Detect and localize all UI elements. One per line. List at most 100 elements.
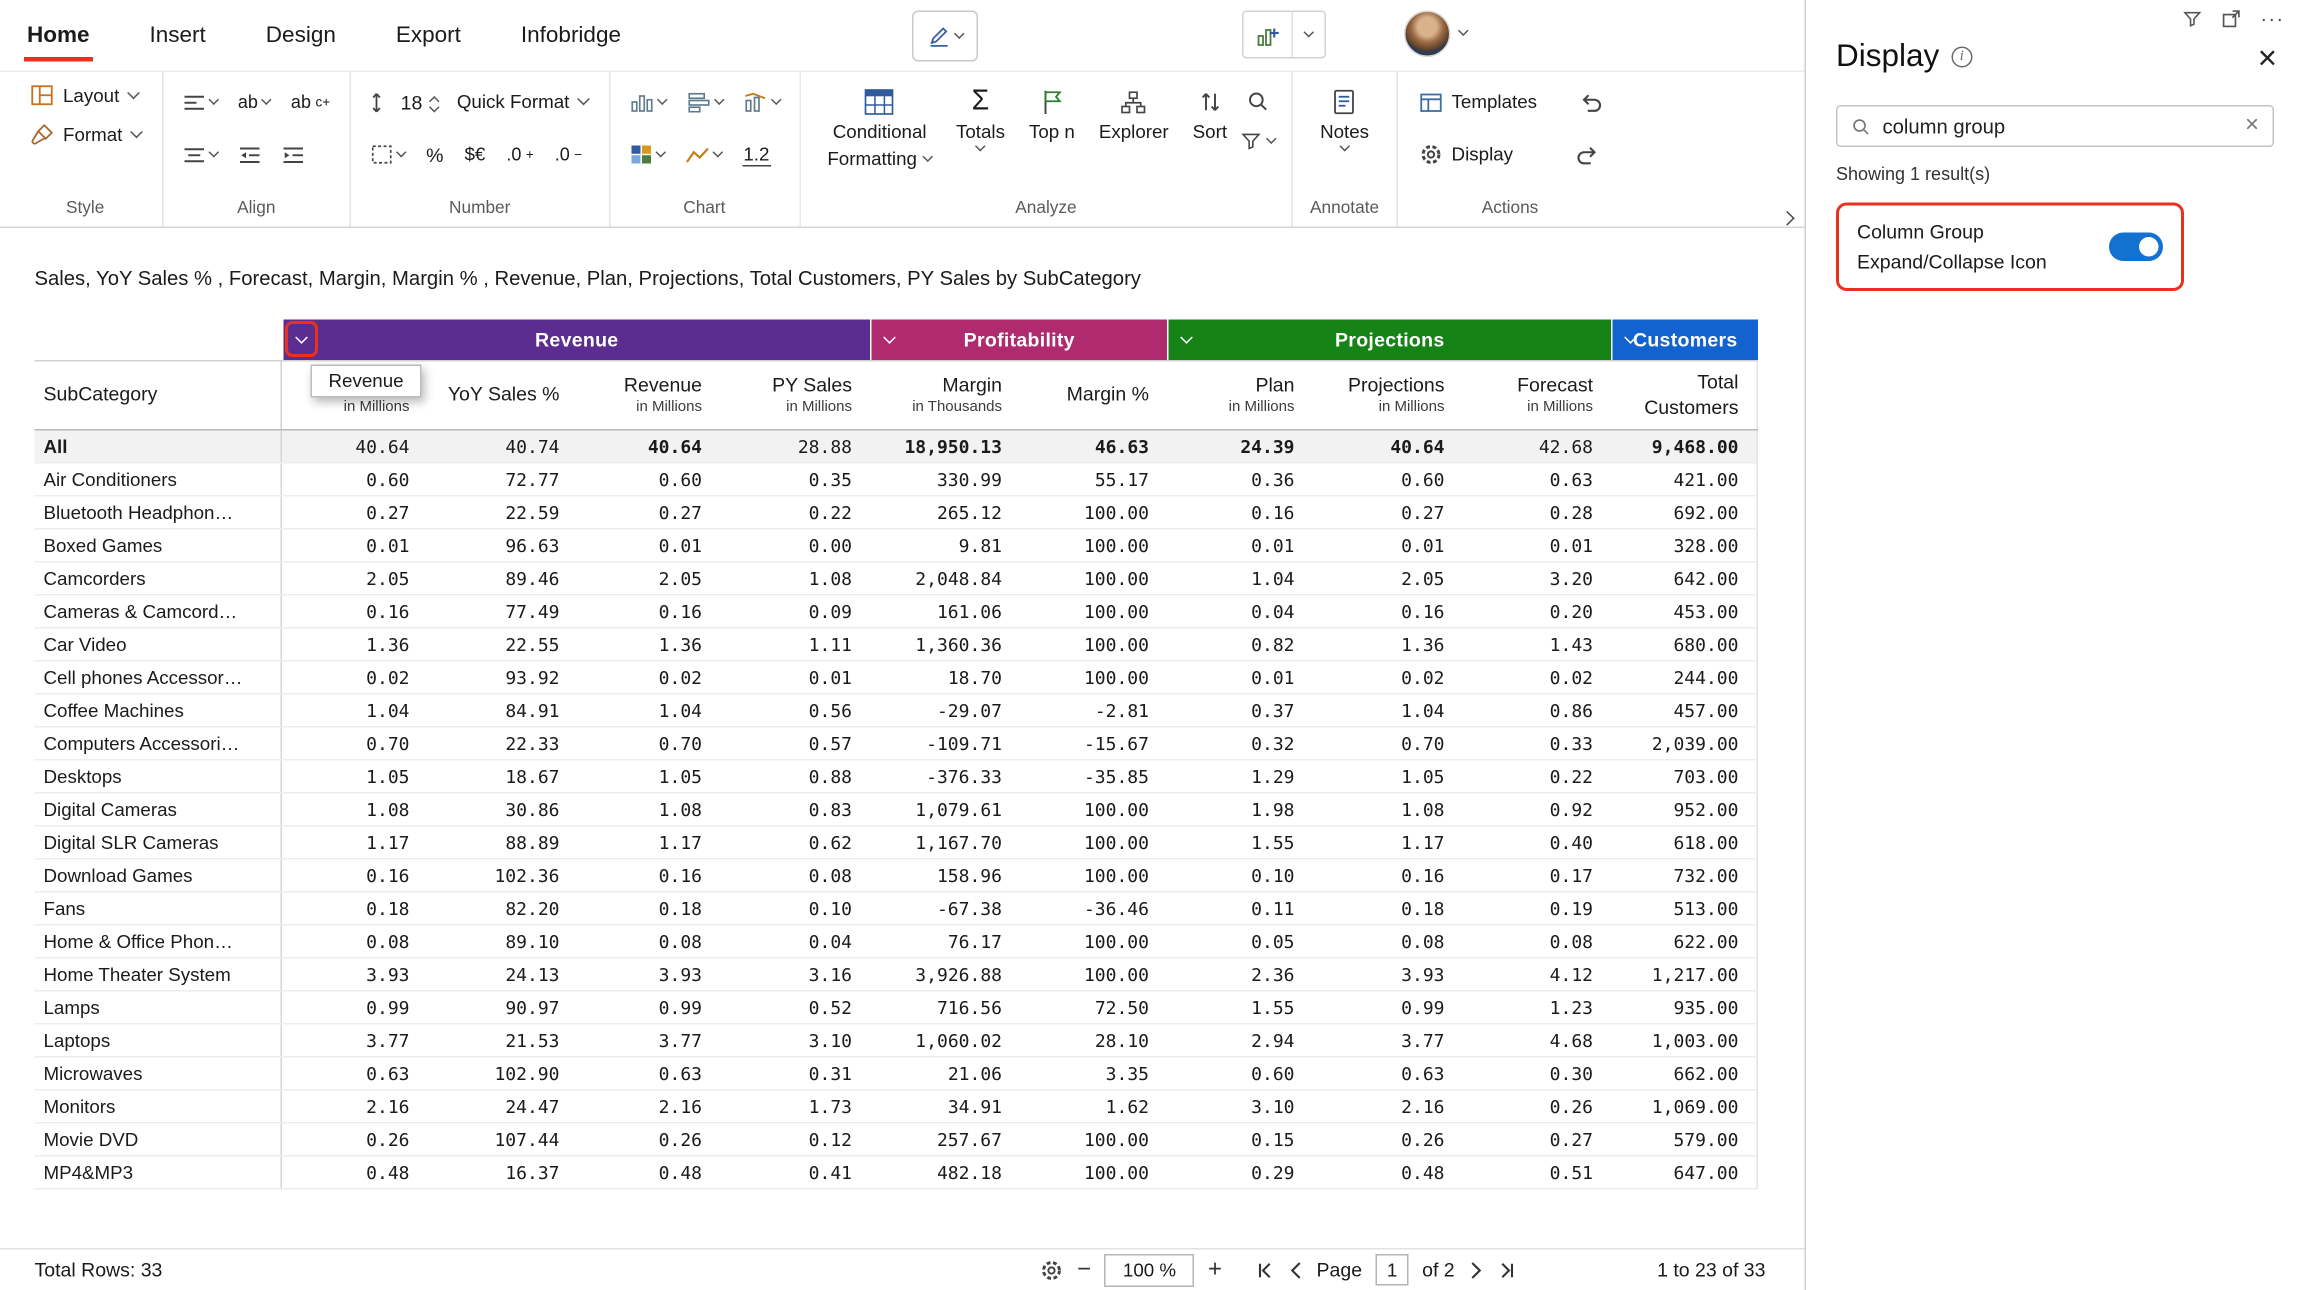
tab-export[interactable]: Export: [393, 0, 464, 71]
first-page-button[interactable]: [1257, 1261, 1275, 1279]
column-header[interactable]: Projectionsin Millions: [1313, 362, 1463, 430]
currency-format-button[interactable]: $€: [461, 141, 488, 168]
align-horizontal-button[interactable]: [179, 89, 220, 115]
borders-button[interactable]: [368, 141, 409, 168]
tab-design[interactable]: Design: [263, 0, 339, 71]
format-button[interactable]: Format: [26, 120, 145, 149]
chart-type-combo-button[interactable]: [740, 89, 782, 116]
column-group-collapse-button[interactable]: [872, 320, 907, 361]
column-header[interactable]: PY Salesin Millions: [720, 362, 870, 430]
table-row[interactable]: Download Games0.16102.360.160.08158.9610…: [35, 860, 1759, 893]
conditional-formatting-button[interactable]: Conditional Formatting: [817, 81, 943, 176]
search-icon[interactable]: [1247, 90, 1270, 113]
tab-home[interactable]: Home: [24, 0, 93, 71]
decrease-decimal-button[interactable]: .0−: [552, 141, 585, 168]
table-row[interactable]: Monitors2.1624.472.161.7334.911.623.102.…: [35, 1091, 1759, 1124]
column-header[interactable]: Margin %: [1020, 362, 1167, 430]
table-settings-button[interactable]: [1040, 1258, 1064, 1282]
clear-search-icon[interactable]: ×: [2245, 114, 2259, 138]
next-page-button[interactable]: [1468, 1261, 1483, 1279]
table-row[interactable]: Lamps0.9990.970.990.52716.5672.501.550.9…: [35, 992, 1759, 1025]
table-row[interactable]: Microwaves0.63102.900.630.3121.063.350.6…: [35, 1058, 1759, 1091]
toggle-switch[interactable]: [2109, 233, 2163, 262]
table-row[interactable]: Digital Cameras1.0830.861.080.831,079.61…: [35, 794, 1759, 827]
table-row[interactable]: MP4&MP30.4816.370.480.41482.18100.000.29…: [35, 1157, 1759, 1190]
redo-button[interactable]: [1572, 140, 1604, 170]
top-n-button[interactable]: Top n: [1018, 81, 1085, 149]
abbreviate-button[interactable]: abc+: [288, 89, 333, 116]
table-row[interactable]: Movie DVD0.26107.440.260.12257.67100.000…: [35, 1124, 1759, 1157]
display-button[interactable]: Display: [1414, 140, 1518, 170]
table-row[interactable]: Digital SLR Cameras1.1788.891.170.621,16…: [35, 827, 1759, 860]
notes-button[interactable]: Notes: [1310, 81, 1380, 154]
zoom-in-button[interactable]: +: [1208, 1256, 1222, 1283]
quick-format-button[interactable]: Quick Format: [452, 89, 592, 116]
column-group-collapse-button[interactable]: [284, 320, 319, 361]
undo-button[interactable]: [1575, 87, 1607, 117]
table-row[interactable]: Car Video1.3622.551.361.111,360.36100.00…: [35, 629, 1759, 662]
column-header[interactable]: TotalCustomers: [1611, 362, 1758, 430]
table-row[interactable]: All40.6440.7440.6428.8818,950.1346.6324.…: [35, 431, 1759, 464]
table-row[interactable]: Fans0.1882.200.180.10-67.38-36.460.110.1…: [35, 893, 1759, 926]
user-menu[interactable]: [1404, 11, 1467, 58]
table-row[interactable]: Bluetooth Headphon…0.2722.590.270.22265.…: [35, 497, 1759, 530]
tab-infobridge[interactable]: Infobridge: [518, 0, 624, 71]
table-row[interactable]: Computers Accessori…0.7022.330.700.57-10…: [35, 728, 1759, 761]
chart-type-bar-button[interactable]: [683, 89, 725, 116]
templates-button[interactable]: Templates: [1414, 88, 1541, 117]
explorer-button[interactable]: Explorer: [1088, 81, 1179, 149]
table-row[interactable]: Laptops3.7721.533.773.101,060.0228.102.9…: [35, 1025, 1759, 1058]
column-header[interactable]: SubCategory: [35, 362, 283, 430]
previous-page-button[interactable]: [1288, 1261, 1303, 1279]
column-group-collapse-button[interactable]: [1613, 320, 1648, 361]
table-row[interactable]: Cell phones Accessor…0.0293.920.020.0118…: [35, 662, 1759, 695]
zoom-out-button[interactable]: −: [1077, 1256, 1091, 1283]
totals-button[interactable]: Σ Totals: [945, 81, 1015, 154]
heatmap-button[interactable]: [626, 141, 667, 168]
chart-type-column-button[interactable]: [626, 89, 668, 116]
avatar[interactable]: [1404, 11, 1451, 58]
decrease-indent-button[interactable]: [235, 142, 264, 168]
page-number-input[interactable]: 1: [1376, 1254, 1409, 1286]
layout-button[interactable]: Layout: [26, 81, 145, 110]
font-size-stepper[interactable]: 18: [401, 91, 438, 114]
panel-search[interactable]: column group ×: [1836, 105, 2274, 147]
column-group-profitability[interactable]: Profitability: [870, 320, 1167, 361]
column-header[interactable]: Forecastin Millions: [1463, 362, 1612, 430]
column-header[interactable]: Revenuein Millions: [578, 362, 721, 430]
info-icon[interactable]: i: [1951, 47, 1972, 68]
close-panel-button[interactable]: ×: [2258, 42, 2277, 75]
wrap-text-button[interactable]: ab: [235, 89, 273, 116]
ribbon-expand-button[interactable]: [1773, 198, 1800, 228]
align-vertical-button[interactable]: [179, 142, 220, 168]
column-header[interactable]: YoY Sales %: [428, 362, 578, 430]
column-group-collapse-button[interactable]: [1169, 320, 1204, 361]
filter-button[interactable]: [1241, 131, 1276, 152]
increase-indent-button[interactable]: [278, 142, 307, 168]
add-chart-button[interactable]: [1242, 11, 1326, 59]
data-labels-button[interactable]: 1.2: [739, 140, 774, 169]
column-header[interactable]: Planin Millions: [1167, 362, 1313, 430]
edit-tool-button[interactable]: [912, 11, 978, 62]
table-row[interactable]: Camcorders2.0589.462.051.082,048.84100.0…: [35, 563, 1759, 596]
table-row[interactable]: Desktops1.0518.671.050.88-376.33-35.851.…: [35, 761, 1759, 794]
percent-format-button[interactable]: %: [423, 140, 446, 169]
table-row[interactable]: Home Theater System3.9324.133.933.163,92…: [35, 959, 1759, 992]
column-group-revenue[interactable]: Revenue: [282, 320, 870, 361]
sort-button[interactable]: Sort: [1182, 81, 1237, 149]
add-chart-dropdown[interactable]: [1292, 12, 1325, 57]
filter-icon[interactable]: [2183, 9, 2203, 29]
expand-icon[interactable]: [2222, 9, 2242, 29]
search-input[interactable]: column group: [1883, 115, 2006, 138]
column-group-customers[interactable]: Customers: [1611, 320, 1758, 361]
table-row[interactable]: Coffee Machines1.0484.911.040.56-29.07-2…: [35, 695, 1759, 728]
table-row[interactable]: Home & Office Phon…0.0889.100.080.0476.1…: [35, 926, 1759, 959]
increase-decimal-button[interactable]: .0+: [503, 141, 536, 168]
more-options-icon[interactable]: ···: [2261, 8, 2285, 31]
last-page-button[interactable]: [1497, 1261, 1515, 1279]
column-header[interactable]: Marginin Thousands: [870, 362, 1020, 430]
zoom-level[interactable]: 100 %: [1105, 1253, 1195, 1286]
table-row[interactable]: Air Conditioners0.6072.770.600.35330.995…: [35, 464, 1759, 497]
column-group-projections[interactable]: Projections: [1167, 320, 1611, 361]
tab-insert[interactable]: Insert: [147, 0, 209, 71]
